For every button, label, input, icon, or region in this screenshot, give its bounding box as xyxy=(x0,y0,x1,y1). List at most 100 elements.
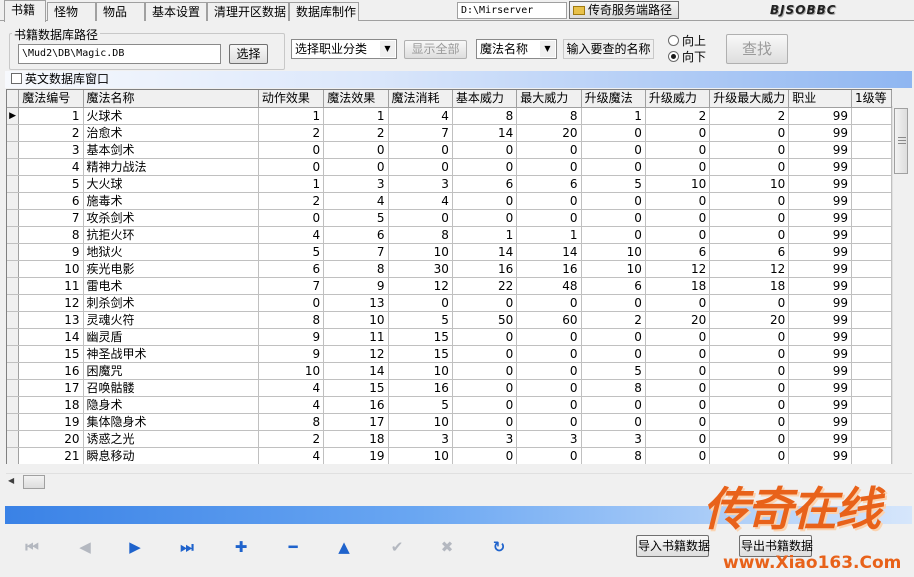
row-indicator[interactable] xyxy=(7,328,20,346)
column-header[interactable]: 最大威力 xyxy=(516,90,582,108)
table-cell[interactable]: 0 xyxy=(645,192,711,210)
column-header[interactable]: 基本威力 xyxy=(452,90,518,108)
table-row[interactable]: 2 治愈术 2 2 7 14 20 0 0 0 99 xyxy=(7,124,892,142)
table-cell[interactable]: 99 xyxy=(788,260,853,278)
table-cell[interactable]: 0 xyxy=(516,192,582,210)
table-cell[interactable]: 4 xyxy=(258,396,325,414)
table-cell[interactable] xyxy=(851,362,892,380)
table-row[interactable]: 9 地狱火 5 7 10 14 14 10 6 6 99 xyxy=(7,243,892,261)
table-cell[interactable] xyxy=(851,277,892,295)
row-indicator[interactable] xyxy=(7,192,20,210)
table-cell[interactable]: 0 xyxy=(452,396,518,414)
table-cell[interactable]: 1 xyxy=(581,107,646,125)
table-row[interactable]: 3 基本剑术 0 0 0 0 0 0 0 0 99 xyxy=(7,141,892,159)
table-cell[interactable]: 99 xyxy=(788,379,853,397)
direction-down-radio[interactable]: 向下 xyxy=(668,50,706,64)
table-cell[interactable]: 10 xyxy=(388,413,453,431)
table-cell[interactable]: 0 xyxy=(452,413,518,431)
table-cell[interactable]: 3 xyxy=(516,430,582,448)
table-cell[interactable]: 3 xyxy=(452,430,518,448)
table-cell[interactable]: 4 xyxy=(388,107,453,125)
table-cell[interactable]: 15 xyxy=(18,345,84,363)
table-cell[interactable]: 刺杀剑术 xyxy=(83,294,259,312)
table-cell[interactable]: 0 xyxy=(645,294,711,312)
column-header[interactable]: 魔法消耗 xyxy=(388,90,453,108)
table-cell[interactable]: 0 xyxy=(645,124,711,142)
table-cell[interactable]: 11 xyxy=(323,328,389,346)
table-row[interactable]: 6 施毒术 2 4 4 0 0 0 0 0 99 xyxy=(7,192,892,210)
table-cell[interactable]: 治愈术 xyxy=(83,124,259,142)
table-cell[interactable]: 0 xyxy=(452,192,518,210)
table-cell[interactable]: 0 xyxy=(516,294,582,312)
table-cell[interactable]: 0 xyxy=(709,396,790,414)
tab-clear-server-data[interactable]: 清理开区数据 xyxy=(207,2,289,21)
row-indicator[interactable] xyxy=(7,243,20,261)
table-cell[interactable]: 99 xyxy=(788,107,853,125)
table-cell[interactable]: 0 xyxy=(258,158,325,176)
table-cell[interactable]: 0 xyxy=(581,209,646,227)
table-cell[interactable]: 5 xyxy=(323,209,389,227)
table-cell[interactable]: 1 xyxy=(18,107,84,125)
table-cell[interactable]: 0 xyxy=(452,141,518,159)
table-row[interactable]: 20 诱惑之光 2 18 3 3 3 3 0 0 99 xyxy=(7,430,892,448)
nav-edit-button[interactable]: ▲ xyxy=(331,535,357,559)
table-cell[interactable]: 0 xyxy=(645,226,711,244)
table-cell[interactable]: 8 xyxy=(581,379,646,397)
nav-cancel-button[interactable]: ✖ xyxy=(434,535,460,559)
table-cell[interactable]: 60 xyxy=(516,311,582,329)
table-cell[interactable]: 0 xyxy=(452,379,518,397)
table-cell[interactable]: 8 xyxy=(18,226,84,244)
table-cell[interactable]: 10 xyxy=(581,260,646,278)
table-cell[interactable]: 12 xyxy=(18,294,84,312)
nav-prior-button[interactable]: ◀ xyxy=(72,535,98,559)
db-path-field[interactable]: \Mud2\DB\Magic.DB xyxy=(18,44,221,64)
table-cell[interactable]: 99 xyxy=(788,294,853,312)
table-cell[interactable]: 3 xyxy=(388,175,453,193)
table-cell[interactable] xyxy=(851,328,892,346)
table-row[interactable]: 11 雷电术 7 9 12 22 48 6 18 18 99 xyxy=(7,277,892,295)
table-cell[interactable]: 神圣战甲术 xyxy=(83,345,259,363)
table-row[interactable]: 13 灵魂火符 8 10 5 50 60 2 20 20 99 xyxy=(7,311,892,329)
table-cell[interactable]: 14 xyxy=(323,362,389,380)
table-row[interactable]: 14 幽灵盾 9 11 15 0 0 0 0 0 99 xyxy=(7,328,892,346)
table-cell[interactable]: 12 xyxy=(388,277,453,295)
table-cell[interactable] xyxy=(851,379,892,397)
table-cell[interactable]: 18 xyxy=(645,277,711,295)
table-cell[interactable]: 2 xyxy=(258,124,325,142)
table-row[interactable]: 4 精神力战法 0 0 0 0 0 0 0 0 99 xyxy=(7,158,892,176)
table-cell[interactable]: 诱惑之光 xyxy=(83,430,259,448)
table-cell[interactable]: 瞬息移动 xyxy=(83,447,259,464)
table-cell[interactable]: 0 xyxy=(516,413,582,431)
table-cell[interactable]: 抗拒火环 xyxy=(83,226,259,244)
table-cell[interactable]: 22 xyxy=(452,277,518,295)
table-cell[interactable]: 0 xyxy=(645,379,711,397)
table-cell[interactable]: 10 xyxy=(388,243,453,261)
table-cell[interactable] xyxy=(851,413,892,431)
row-indicator[interactable] xyxy=(7,141,20,159)
nav-post-button[interactable]: ✔ xyxy=(384,535,410,559)
table-cell[interactable]: 5 xyxy=(581,362,646,380)
table-cell[interactable]: 0 xyxy=(709,192,790,210)
table-cell[interactable]: 99 xyxy=(788,141,853,159)
table-cell[interactable]: 0 xyxy=(645,396,711,414)
table-cell[interactable]: 17 xyxy=(323,413,389,431)
table-cell[interactable]: 12 xyxy=(323,345,389,363)
table-cell[interactable] xyxy=(851,141,892,159)
table-cell[interactable] xyxy=(851,311,892,329)
table-cell[interactable]: 18 xyxy=(18,396,84,414)
show-all-button[interactable]: 显示全部 xyxy=(404,40,467,59)
column-header[interactable]: 升级威力 xyxy=(645,90,711,108)
table-cell[interactable]: 2 xyxy=(645,107,711,125)
table-cell[interactable]: 10 xyxy=(258,362,325,380)
table-cell[interactable]: 0 xyxy=(709,141,790,159)
table-cell[interactable]: 8 xyxy=(258,413,325,431)
table-cell[interactable]: 0 xyxy=(258,141,325,159)
job-category-select[interactable]: 选择职业分类 ▼ xyxy=(291,39,397,59)
table-row[interactable]: 18 隐身术 4 16 5 0 0 0 0 0 99 xyxy=(7,396,892,414)
table-cell[interactable]: 10 xyxy=(709,175,790,193)
table-row[interactable]: 12 刺杀剑术 0 13 0 0 0 0 0 0 99 xyxy=(7,294,892,312)
table-cell[interactable]: 11 xyxy=(18,277,84,295)
table-cell[interactable]: 17 xyxy=(18,379,84,397)
table-cell[interactable]: 0 xyxy=(516,328,582,346)
table-cell[interactable]: 3 xyxy=(323,175,389,193)
